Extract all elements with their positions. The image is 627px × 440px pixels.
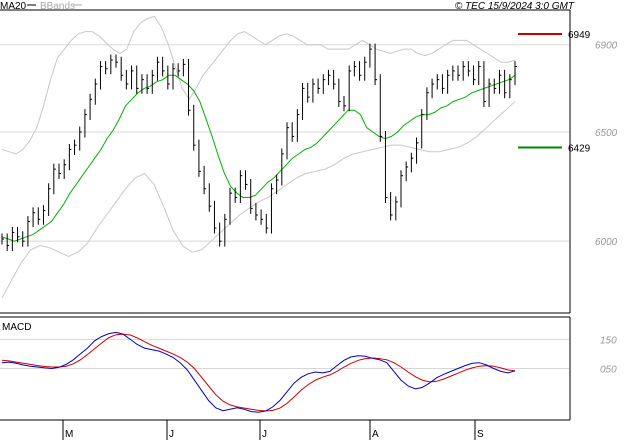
chart-background [0,0,627,440]
x-axis-label: M [65,429,73,440]
price-tick-label: 6000 [595,237,618,248]
macd-tick-label: 050 [600,365,617,376]
price-tick-label: 6500 [595,128,618,139]
x-axis-label: J [169,429,174,440]
stock-chart: MA20 BBands © TEC 15/9/2024 3:0 GMT 6000… [0,0,627,440]
support-label: 6429 [568,144,591,155]
price-tick-label: 6900 [595,41,618,52]
x-axis-label: J [262,429,267,440]
x-axis-label: A [372,429,379,440]
x-axis-label: S [477,429,484,440]
resistance-label: 6949 [568,30,591,41]
macd-title: MACD [2,322,31,333]
macd-tick-label: 150 [600,335,617,346]
